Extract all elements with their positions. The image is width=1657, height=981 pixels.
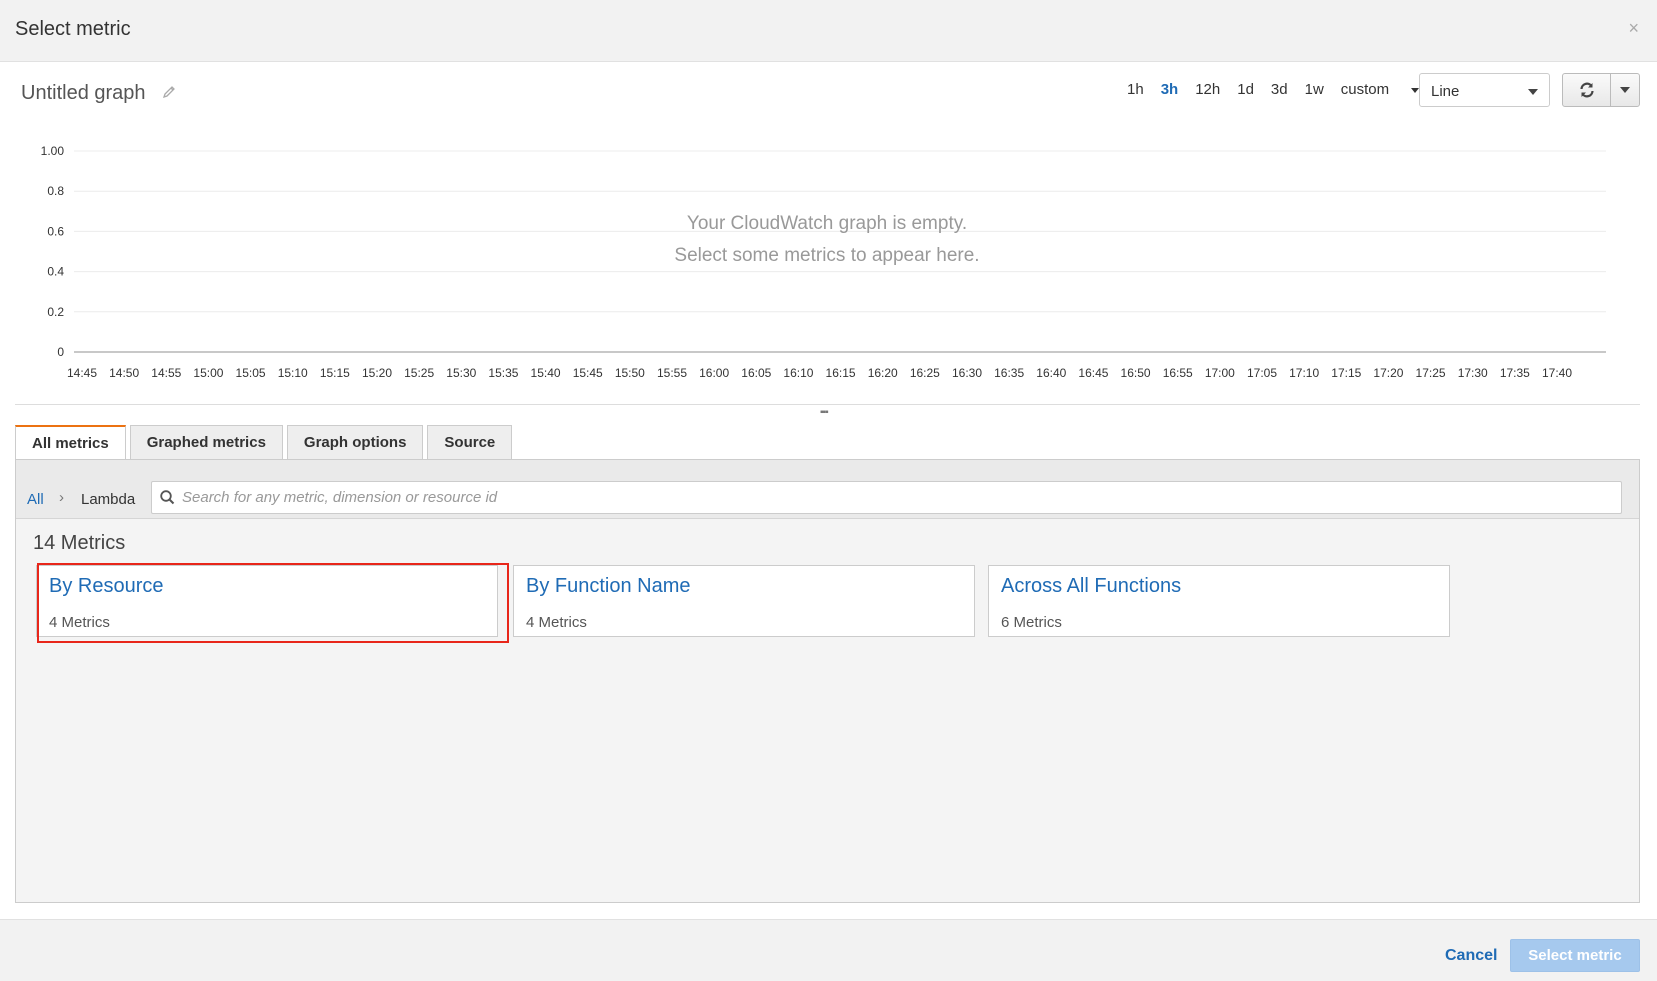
x-tick-label: 15:20	[362, 366, 392, 380]
tab-graph-options[interactable]: Graph options	[286, 425, 424, 459]
x-tick-label: 16:15	[826, 366, 856, 380]
time-range-bar: 1h 3h 12h 1d 3d 1w custom	[1127, 80, 1436, 100]
x-tick-label: 16:25	[910, 366, 940, 380]
x-tick-label: 16:30	[952, 366, 982, 380]
chevron-down-icon	[1620, 87, 1630, 93]
range-3h[interactable]: 3h	[1161, 80, 1179, 100]
metrics-browser-panel: All › Lambda 14 Metrics By Resource 4 Me…	[15, 459, 1640, 903]
refresh-button-group	[1562, 73, 1640, 107]
x-tick-label: 16:40	[1036, 366, 1066, 380]
chart-type-value: Line	[1431, 83, 1460, 100]
empty-line-1: Your CloudWatch graph is empty.	[686, 213, 968, 234]
x-tick-label: 15:25	[404, 366, 434, 380]
x-tick-label: 17:40	[1542, 366, 1572, 380]
breadcrumb-all[interactable]: All	[27, 491, 44, 508]
x-tick-label: 15:50	[615, 366, 645, 380]
card-subtitle: 6 Metrics	[1001, 614, 1062, 631]
search-input[interactable]	[182, 482, 1612, 513]
x-tick-label: 16:50	[1121, 366, 1151, 380]
range-custom-dropdown[interactable]: custom	[1340, 80, 1420, 100]
metrics-count: 14 Metrics	[33, 532, 126, 554]
modal-title: Select metric	[15, 18, 131, 40]
tab-bar: All metrics Graphed metrics Graph option…	[15, 425, 516, 460]
range-custom-label: custom	[1340, 81, 1390, 98]
x-tick-label: 15:40	[531, 366, 561, 380]
range-1h[interactable]: 1h	[1127, 80, 1144, 100]
x-tick-label: 15:30	[446, 366, 476, 380]
refresh-dropdown[interactable]	[1611, 74, 1639, 106]
x-tick-label: 16:10	[783, 366, 813, 380]
tab-source[interactable]: Source	[427, 425, 513, 459]
tab-graphed-metrics[interactable]: Graphed metrics	[129, 425, 283, 459]
range-3d[interactable]: 3d	[1271, 80, 1288, 100]
x-tick-label: 15:35	[488, 366, 518, 380]
card-title[interactable]: By Function Name	[526, 575, 691, 598]
pencil-icon[interactable]	[162, 85, 176, 104]
empty-line-2: Select some metrics to appear here.	[674, 245, 980, 266]
y-tick-label: 0.4	[47, 265, 64, 279]
x-tick-label: 17:25	[1416, 366, 1446, 380]
card-title[interactable]: By Resource	[49, 575, 164, 598]
refresh-button[interactable]	[1563, 74, 1611, 106]
y-tick-label: 0.2	[47, 305, 64, 319]
y-tick-label: 0.8	[47, 184, 64, 198]
y-tick-label: 0	[57, 345, 64, 359]
range-12h[interactable]: 12h	[1195, 80, 1220, 100]
search-icon	[160, 490, 175, 505]
x-tick-label: 17:05	[1247, 366, 1277, 380]
close-icon[interactable]: ×	[1628, 18, 1639, 38]
card-subtitle: 4 Metrics	[526, 614, 587, 631]
x-tick-label: 15:45	[573, 366, 603, 380]
empty-graph-message: Your CloudWatch graph is empty. Select s…	[560, 208, 1094, 272]
search-box	[151, 481, 1622, 514]
card-by-resource[interactable]: By Resource 4 Metrics	[36, 565, 498, 637]
breadcrumb-separator-icon: ›	[59, 489, 64, 506]
refresh-icon	[1579, 82, 1594, 98]
chevron-down-icon	[1411, 87, 1420, 93]
modal-footer: Cancel Select metric	[0, 919, 1657, 981]
x-tick-label: 14:50	[109, 366, 139, 380]
tab-all-metrics[interactable]: All metrics	[15, 425, 126, 460]
x-tick-label: 14:45	[67, 366, 97, 380]
x-tick-label: 17:20	[1373, 366, 1403, 380]
y-tick-label: 1.00	[41, 144, 65, 158]
x-tick-label: 17:10	[1289, 366, 1319, 380]
modal-header: Select metric ×	[0, 0, 1657, 62]
x-tick-label: 17:35	[1500, 366, 1530, 380]
y-tick-label: 0.6	[47, 224, 64, 238]
graph-title[interactable]: Untitled graph	[21, 82, 146, 105]
x-tick-label: 16:00	[699, 366, 729, 380]
card-title[interactable]: Across All Functions	[1001, 575, 1181, 598]
range-1w[interactable]: 1w	[1305, 80, 1324, 100]
resize-grip-icon[interactable]: ▪▪▪	[820, 408, 829, 418]
x-tick-label: 15:15	[320, 366, 350, 380]
x-tick-label: 16:55	[1163, 366, 1193, 380]
x-tick-label: 16:45	[1078, 366, 1108, 380]
x-tick-label: 17:30	[1458, 366, 1488, 380]
select-metric-button[interactable]: Select metric	[1510, 939, 1640, 972]
card-across-all-functions[interactable]: Across All Functions 6 Metrics	[988, 565, 1450, 637]
x-tick-label: 15:55	[657, 366, 687, 380]
x-tick-label: 14:55	[151, 366, 181, 380]
card-by-function-name[interactable]: By Function Name 4 Metrics	[513, 565, 975, 637]
panel-divider	[15, 404, 1640, 405]
graph-title-row: Untitled graph	[21, 82, 176, 105]
x-tick-label: 15:05	[236, 366, 266, 380]
metrics-toolbar: All › Lambda	[16, 460, 1639, 519]
x-tick-label: 17:15	[1331, 366, 1361, 380]
range-1d[interactable]: 1d	[1237, 80, 1254, 100]
x-tick-label: 15:10	[278, 366, 308, 380]
breadcrumb-lambda: Lambda	[81, 491, 136, 508]
chart-type-select[interactable]: Line	[1419, 73, 1550, 107]
x-tick-label: 17:00	[1205, 366, 1235, 380]
x-tick-label: 16:35	[994, 366, 1024, 380]
card-subtitle: 4 Metrics	[49, 614, 110, 631]
x-tick-label: 16:05	[741, 366, 771, 380]
chevron-down-icon	[1528, 89, 1538, 95]
x-tick-label: 15:00	[193, 366, 223, 380]
x-tick-label: 16:20	[868, 366, 898, 380]
cancel-button[interactable]: Cancel	[1445, 947, 1497, 965]
